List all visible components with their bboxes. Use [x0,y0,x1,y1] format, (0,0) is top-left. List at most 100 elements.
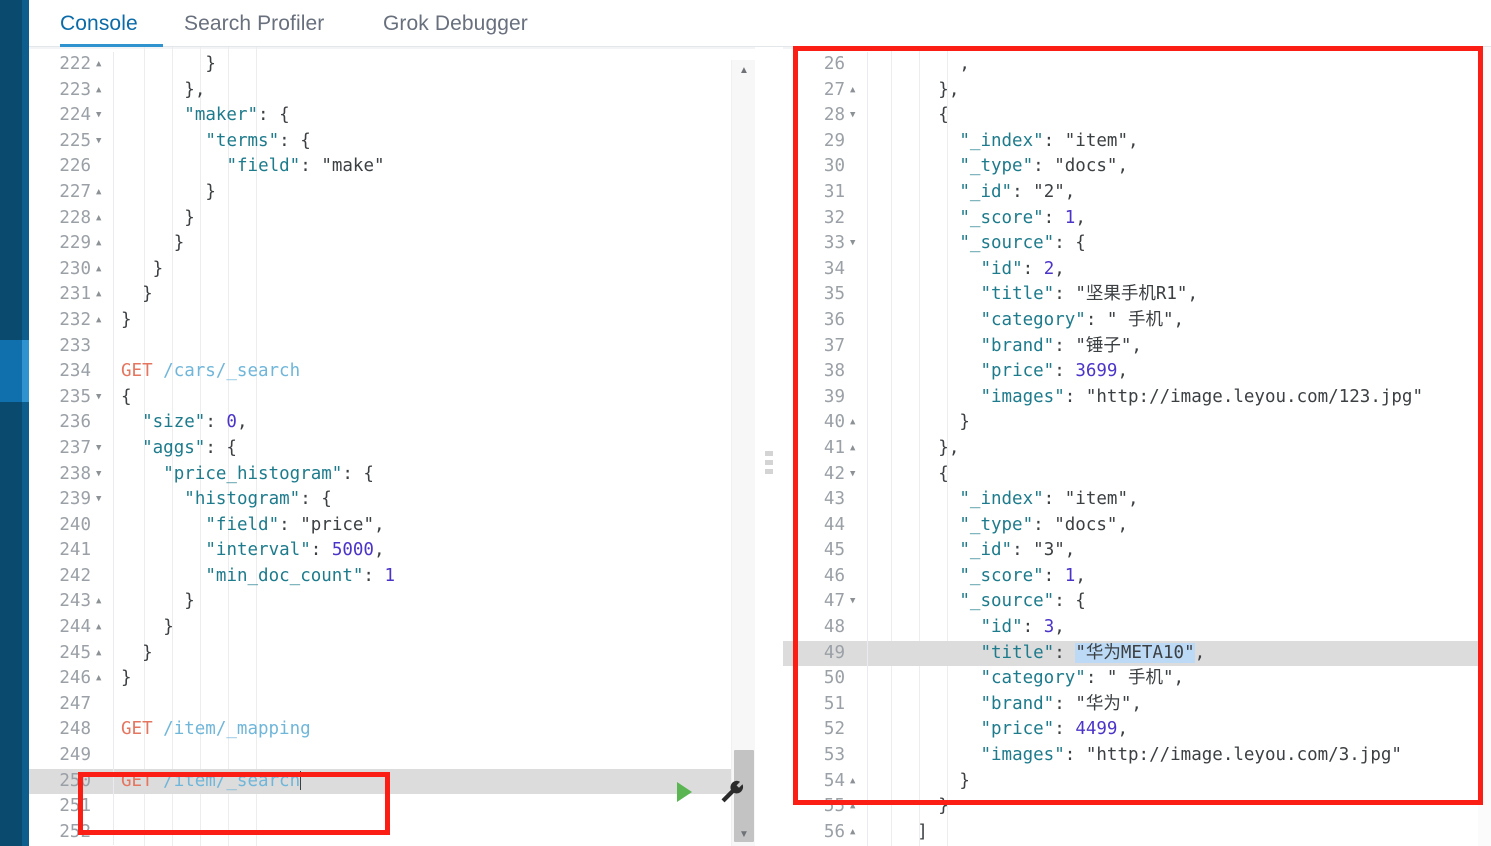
scroll-up-arrow[interactable]: ▲ [732,60,756,82]
code-line[interactable]: 232 ▲} [29,307,755,334]
code-line[interactable]: 51 "brand": "华为", [783,691,1491,718]
request-code-lines[interactable]: 222 ▲ } 223 ▲ }, 224 ▼ "maker": {225 ▼ "terms"… [29,47,755,846]
code-line[interactable]: 42 ▼ { [783,461,1491,488]
code-line[interactable]: 39 "images": "http://image.leyou.com/123… [783,384,1491,411]
code-line[interactable]: 28 ▼ { [783,103,1491,129]
code-line[interactable]: 31 "_id": "2", [783,179,1491,206]
code-line[interactable]: 45 "_id": "3", [783,538,1491,564]
pane-splitter[interactable] [755,47,783,846]
send-request-play-button[interactable] [672,779,698,805]
code-line[interactable]: 246 ▲} [29,666,755,692]
code-line[interactable]: 43 "_index": "item", [783,487,1491,513]
code-line[interactable]: 49 "title": "华为META10", [783,640,1491,667]
code-line[interactable]: 41 ▲ }, [783,435,1491,462]
fold-up-icon[interactable]: ▲ [96,206,108,232]
code-line[interactable]: 30 "_type": "docs", [783,154,1491,180]
fold-up-icon[interactable]: ▲ [96,78,108,104]
code-line[interactable]: 48 "id": 3, [783,615,1491,641]
code-line[interactable]: 237 ▼ "aggs": { [29,435,755,462]
fold-down-icon[interactable]: ▼ [850,231,862,257]
code-line[interactable]: 223 ▲ }, [29,77,755,104]
code-line[interactable]: 248 GET /item/_mapping [29,717,755,744]
code-line[interactable]: 239 ▼ "histogram": { [29,487,755,513]
code-line[interactable]: 235 ▼ { [29,384,755,411]
code-line[interactable]: 228 ▲ } [29,205,755,232]
code-line[interactable]: 55 ▲ } [783,794,1491,820]
code-line[interactable]: 251 [29,794,755,820]
fold-down-icon[interactable]: ▼ [850,589,862,615]
code-line[interactable]: 233 [29,333,755,360]
response-code-lines[interactable]: 26 , 27 ▲ }, 28 ▼ {29 "_index": "item", 30 "_… [783,47,1491,846]
code-line[interactable]: 226 "field": "make" [29,154,755,180]
code-line[interactable]: 244 ▲ } [29,615,755,641]
fold-up-icon[interactable]: ▲ [850,769,862,795]
fold-up-icon[interactable]: ▲ [850,410,862,436]
code-line[interactable]: 54 ▲ } [783,768,1491,795]
fold-down-icon[interactable]: ▼ [96,129,108,155]
response-viewer-pane[interactable]: 26 , 27 ▲ }, 28 ▼ {29 "_index": "item", 30 "_… [783,47,1491,846]
tab-console[interactable]: Console [60,0,163,47]
code-line[interactable]: 50 "category": " 手机", [783,666,1491,692]
code-line[interactable]: 26 , [783,52,1491,78]
fold-up-icon[interactable]: ▲ [96,231,108,257]
code-line[interactable]: 40 ▲ } [783,410,1491,436]
code-line[interactable]: 245 ▲ } [29,640,755,667]
code-line[interactable]: 247 [29,691,755,718]
fold-up-icon[interactable]: ▲ [850,436,862,462]
fold-up-icon[interactable]: ▲ [850,794,862,820]
fold-up-icon[interactable]: ▲ [96,308,108,334]
code-line[interactable]: 236 "size": 0, [29,410,755,436]
response-viewer-scrollbar[interactable] [1478,47,1491,846]
fold-up-icon[interactable]: ▲ [850,820,862,846]
code-line[interactable]: 234 GET /cars/_search [29,359,755,385]
code-line[interactable]: 229 ▲ } [29,231,755,257]
code-line[interactable]: 242 "min_doc_count": 1 [29,563,755,590]
code-line[interactable]: 34 "id": 2, [783,256,1491,283]
fold-up-icon[interactable]: ▲ [96,615,108,641]
code-line[interactable]: 32 "_score": 1, [783,205,1491,232]
code-line[interactable]: 231 ▲ } [29,282,755,308]
code-line[interactable]: 38 "price": 3699, [783,359,1491,385]
fold-up-icon[interactable]: ▲ [96,180,108,206]
code-line[interactable]: 243 ▲ } [29,589,755,616]
wrench-icon[interactable] [718,778,746,806]
code-line[interactable]: 33 ▼ "_source": { [783,231,1491,257]
code-line[interactable]: 27 ▲ }, [783,77,1491,104]
fold-down-icon[interactable]: ▼ [96,487,108,513]
code-line[interactable]: 238 ▼ "price_histogram": { [29,461,755,488]
tab-grok-debugger[interactable]: Grok Debugger [383,0,568,47]
code-line[interactable]: 46 "_score": 1, [783,563,1491,590]
code-line[interactable]: 252 [29,819,755,846]
code-line[interactable]: 241 "interval": 5000, [29,538,755,564]
fold-down-icon[interactable]: ▼ [96,436,108,462]
fold-down-icon[interactable]: ▼ [850,103,862,129]
fold-up-icon[interactable]: ▲ [96,641,108,667]
code-line[interactable]: 56 ▲ ] [783,819,1491,846]
fold-down-icon[interactable]: ▼ [96,385,108,411]
code-line[interactable]: 37 "brand": "锤子", [783,333,1491,360]
scroll-down-arrow[interactable]: ▼ [732,824,756,846]
code-line[interactable]: 29 "_index": "item", [783,128,1491,155]
code-line[interactable]: 249 [29,743,755,769]
code-line[interactable]: 227 ▲ } [29,179,755,206]
fold-up-icon[interactable]: ▲ [96,666,108,692]
code-line[interactable]: 52 "price": 4499, [783,717,1491,744]
code-line[interactable]: 47 ▼ "_source": { [783,589,1491,616]
fold-down-icon[interactable]: ▼ [850,462,862,488]
fold-down-icon[interactable]: ▼ [96,103,108,129]
fold-up-icon[interactable]: ▲ [96,257,108,283]
code-line[interactable]: 44 "_type": "docs", [783,512,1491,539]
fold-up-icon[interactable]: ▲ [96,282,108,308]
request-editor-scrollbar[interactable]: ▲ ▼ [731,60,755,846]
code-line[interactable]: 230 ▲ } [29,256,755,283]
code-line[interactable]: 224 ▼ "maker": { [29,103,755,129]
code-line[interactable]: 53 "images": "http://image.leyou.com/3.j… [783,743,1491,769]
tab-search-profiler[interactable]: Search Profiler [184,0,358,47]
code-line[interactable]: 225 ▼ "terms": { [29,128,755,155]
fold-up-icon[interactable]: ▲ [850,78,862,104]
code-line[interactable]: 240 "field": "price", [29,512,755,539]
request-editor-pane[interactable]: 222 ▲ } 223 ▲ }, 224 ▼ "maker": {225 ▼ "terms"… [29,47,755,846]
code-line[interactable]: 250 GET /item/_search [29,768,755,795]
code-line[interactable]: 36 "category": " 手机", [783,307,1491,334]
fold-down-icon[interactable]: ▼ [96,462,108,488]
